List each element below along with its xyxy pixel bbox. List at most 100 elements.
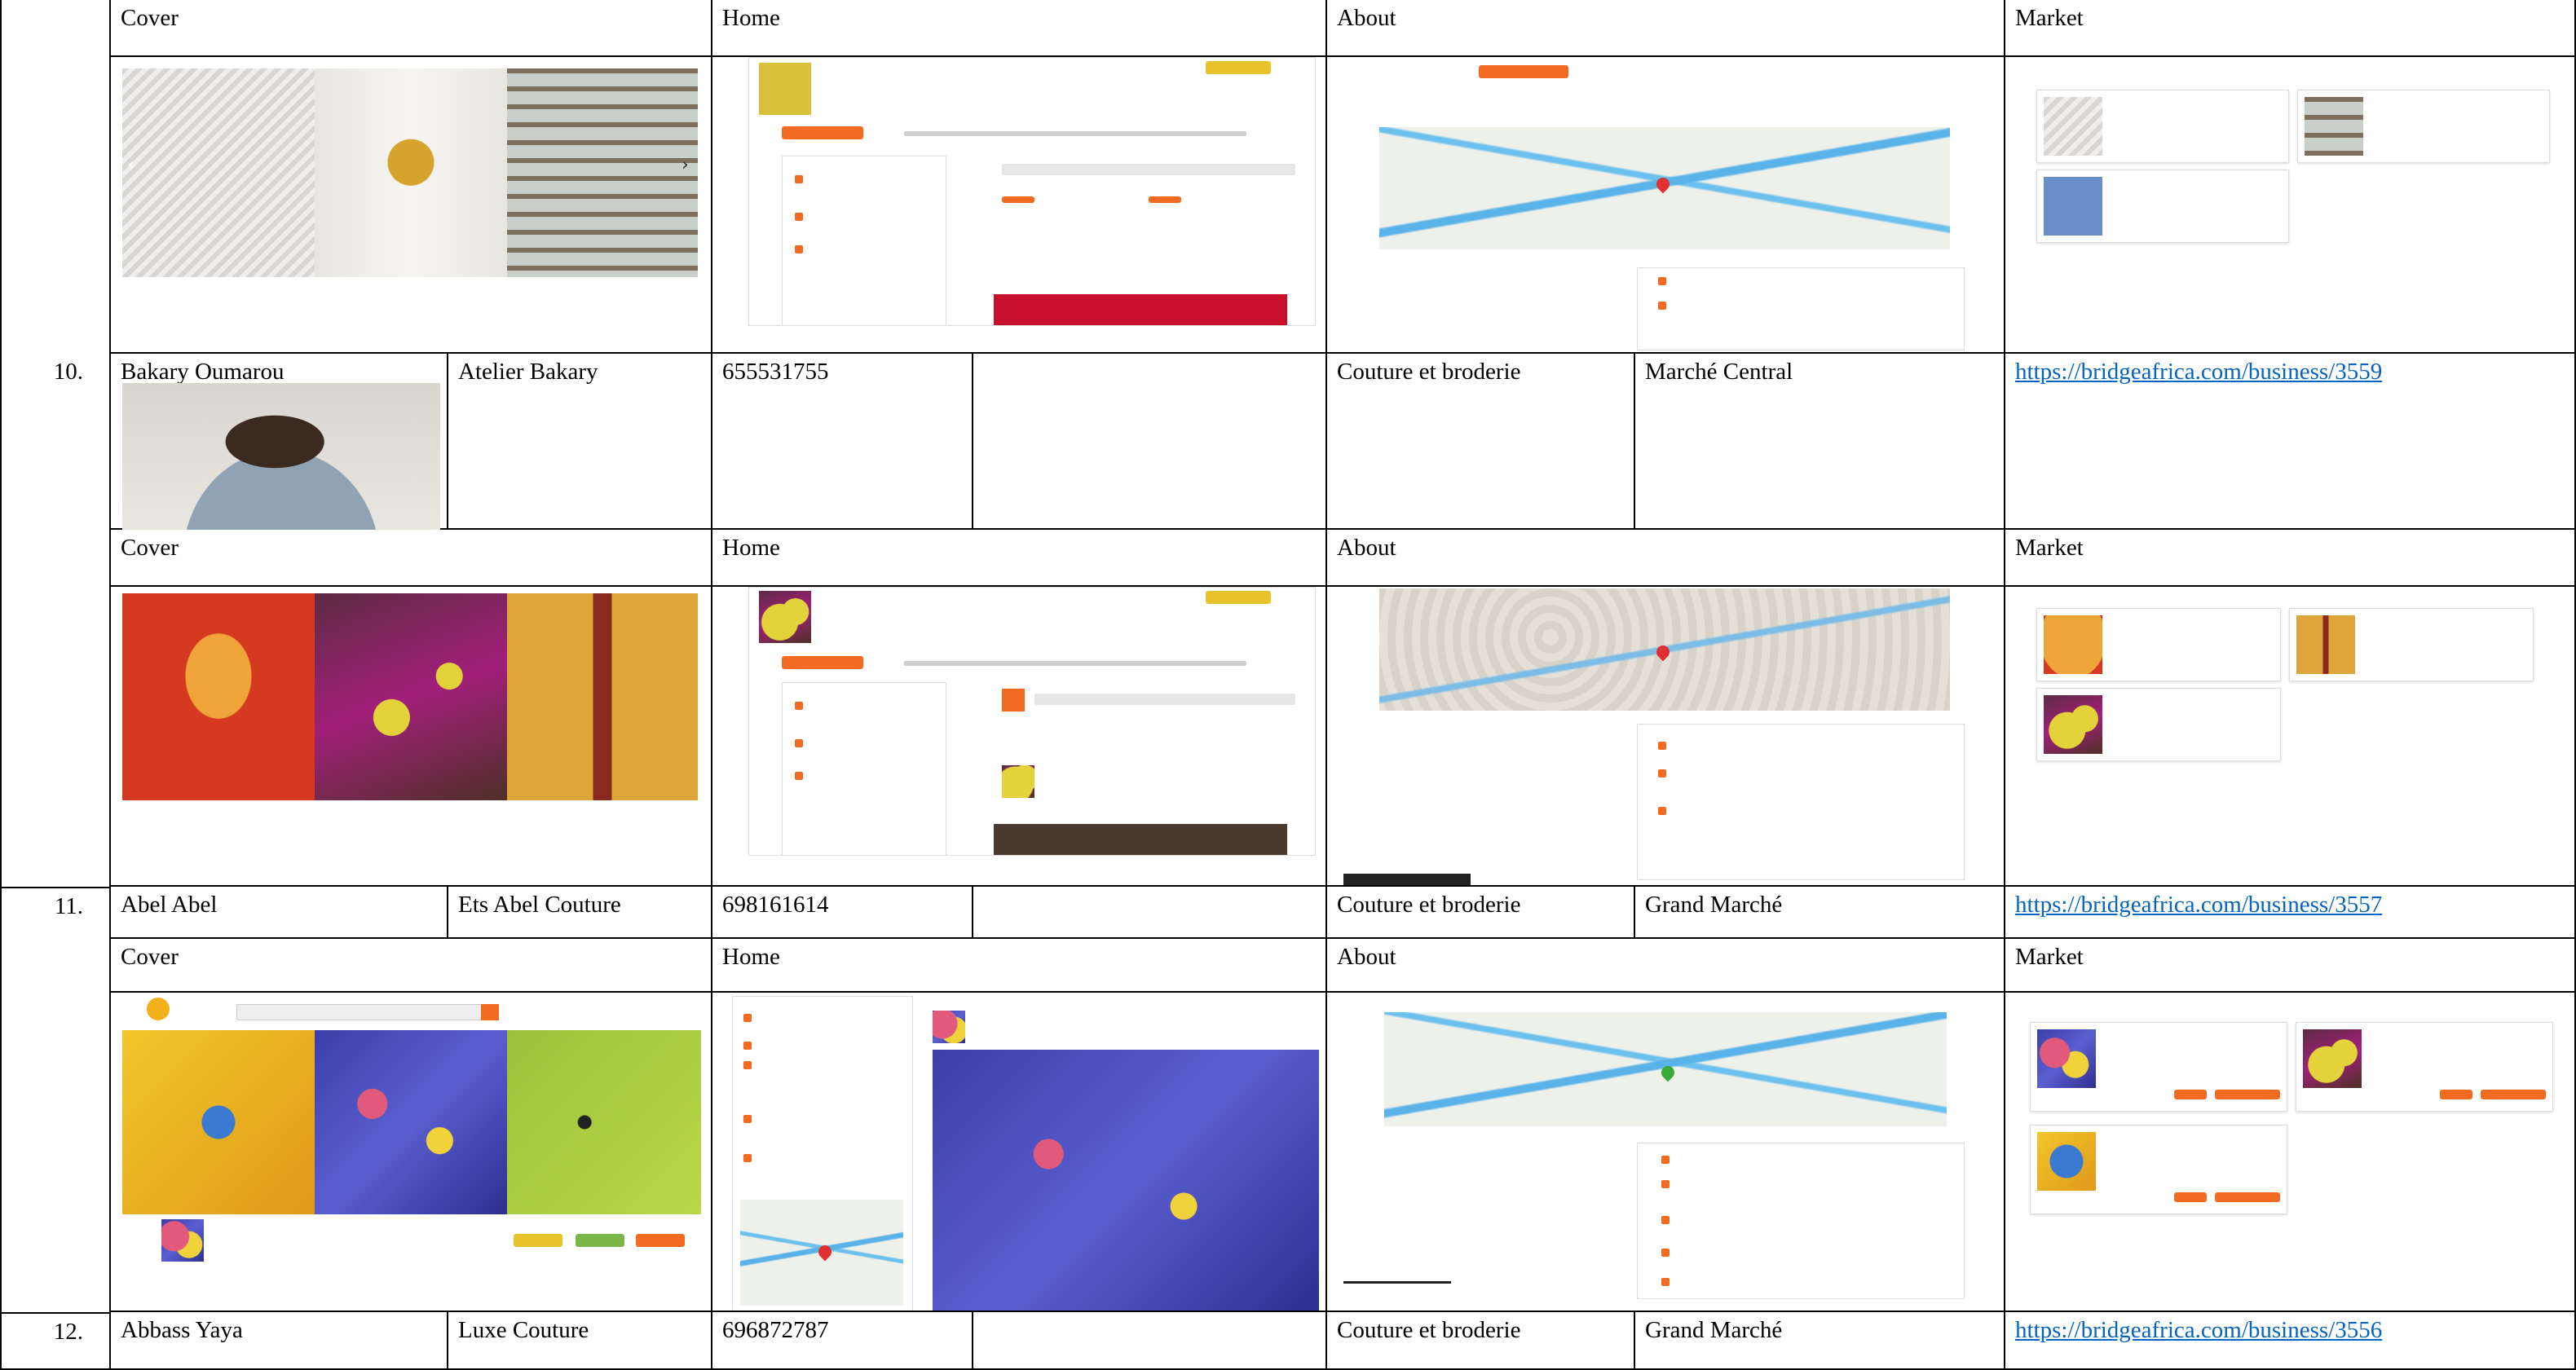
avatar <box>933 1011 965 1043</box>
about-cell: About <box>1327 0 2005 354</box>
home-screenshot <box>748 587 1316 856</box>
location-cell: Marché Central <box>1635 354 2005 530</box>
category-cell: Couture et broderie <box>1327 354 1635 530</box>
market-label: Market <box>2015 944 2084 970</box>
cover-screenshot <box>122 993 701 1262</box>
phone-cell: 698161614 <box>712 887 973 939</box>
business-link[interactable]: https://bridgeafrica.com/business/3559 <box>2015 355 2382 388</box>
number-cell: 11. <box>0 887 111 939</box>
cover-screenshot: ‹ › <box>122 57 698 277</box>
about-cell: About <box>1327 530 2005 887</box>
phone-number: 655531755 <box>722 359 829 385</box>
chevron-right-icon: › <box>681 155 689 175</box>
map <box>740 1200 903 1306</box>
phone-cell: 696872787 <box>712 1312 973 1370</box>
home-label: Home <box>722 5 780 31</box>
empty-cell <box>973 354 1327 530</box>
market-cell: Market <box>2005 0 2576 354</box>
phone-number: 698161614 <box>722 892 829 918</box>
cover-cell: Cover <box>111 939 712 1312</box>
number-cell <box>0 0 111 354</box>
map-pin-icon <box>1653 642 1673 662</box>
cover-cell: Cover <box>111 530 712 887</box>
map-pin-icon <box>1658 1063 1678 1082</box>
home-label: Home <box>722 944 780 970</box>
phone-number: 696872787 <box>722 1317 829 1343</box>
about-cell: About <box>1327 939 2005 1312</box>
location: Grand Marché <box>1645 1317 1783 1343</box>
about-label: About <box>1337 535 1396 561</box>
business-link[interactable]: https://bridgeafrica.com/business/3557 <box>2015 888 2382 921</box>
home-cell: Home <box>712 530 1327 887</box>
number-cell: 10. <box>0 354 111 530</box>
market-screenshot <box>2030 57 2552 253</box>
cover-cell: Cover ‹ › <box>111 0 712 354</box>
map-pin-icon <box>1653 174 1673 194</box>
cover-label: Cover <box>121 5 179 31</box>
business-name: Ets Abel Couture <box>458 892 621 918</box>
logo <box>147 998 170 1020</box>
number-cell <box>0 530 111 887</box>
location-cell: Grand Marché <box>1635 1312 2005 1370</box>
entry-row: 12. Abbass Yaya Luxe Couture 696872787 C… <box>0 1312 2576 1370</box>
url-cell: https://bridgeafrica.com/business/3556 <box>2005 1312 2576 1370</box>
url-cell: https://bridgeafrica.com/business/3559 <box>2005 354 2576 530</box>
business-name: Atelier Bakary <box>458 359 598 385</box>
avatar <box>759 591 811 643</box>
market-screenshot <box>2022 993 2560 1229</box>
avatar <box>759 63 811 115</box>
screenshot-row: Cover Home About Market <box>0 939 2576 1312</box>
number-cell <box>0 939 111 1312</box>
screenshot-row: Cover Home About Market <box>0 530 2576 887</box>
about-label: About <box>1337 5 1396 31</box>
empty-cell <box>973 887 1327 939</box>
category: Couture et broderie <box>1337 1317 1521 1343</box>
location: Marché Central <box>1645 359 1793 385</box>
owner-cell: Abel Abel <box>111 887 448 939</box>
home-screenshot <box>748 57 1316 326</box>
owner-name: Abel Abel <box>121 892 218 918</box>
map <box>1379 127 1950 249</box>
entry-row: 11. Abel Abel Ets Abel Couture 698161614… <box>0 887 2576 939</box>
entry-number: 10. <box>53 359 83 385</box>
business-cell: Atelier Bakary <box>448 354 712 530</box>
home-cell: Home <box>712 0 1327 354</box>
entry-row: 10. Bakary Oumarou Atelier Bakary 655531… <box>0 354 2576 530</box>
owner-cell: Bakary Oumarou <box>111 354 448 530</box>
location: Grand Marché <box>1645 892 1783 918</box>
number-cell: 12. <box>0 1312 111 1370</box>
chevron-left-icon: ‹ <box>127 155 135 175</box>
market-label: Market <box>2015 535 2084 561</box>
about-label: About <box>1337 944 1396 970</box>
business-link[interactable]: https://bridgeafrica.com/business/3556 <box>2015 1314 2382 1346</box>
market-label: Market <box>2015 5 2084 31</box>
business-cell: Ets Abel Couture <box>448 887 712 939</box>
owner-cell: Abbass Yaya <box>111 1312 448 1370</box>
map <box>1384 1012 1947 1126</box>
empty-cell <box>973 1312 1327 1370</box>
entry-number: 11. <box>54 893 83 919</box>
category-cell: Couture et broderie <box>1327 887 1635 939</box>
market-screenshot <box>2030 587 2552 799</box>
avatar <box>161 1219 204 1262</box>
business-cell: Luxe Couture <box>448 1312 712 1370</box>
cover-label: Cover <box>121 944 179 970</box>
screenshot-row: Cover ‹ › Home About Market <box>0 0 2576 354</box>
about-screenshot <box>1343 996 1987 1306</box>
map <box>1379 588 1950 711</box>
market-cell: Market <box>2005 530 2576 887</box>
business-name: Luxe Couture <box>458 1317 589 1343</box>
home-label: Home <box>722 535 780 561</box>
url-cell: https://bridgeafrica.com/business/3557 <box>2005 887 2576 939</box>
about-screenshot <box>1343 57 1987 352</box>
market-cell: Market <box>2005 939 2576 1312</box>
category-cell: Couture et broderie <box>1327 1312 1635 1370</box>
entry-number: 12. <box>53 1319 83 1345</box>
location-cell: Grand Marché <box>1635 887 2005 939</box>
category: Couture et broderie <box>1337 359 1521 385</box>
cover-label: Cover <box>121 535 179 561</box>
owner-photo <box>122 383 440 530</box>
map-pin-icon <box>815 1242 835 1262</box>
cover-screenshot <box>122 593 698 800</box>
about-screenshot <box>1343 587 1987 885</box>
